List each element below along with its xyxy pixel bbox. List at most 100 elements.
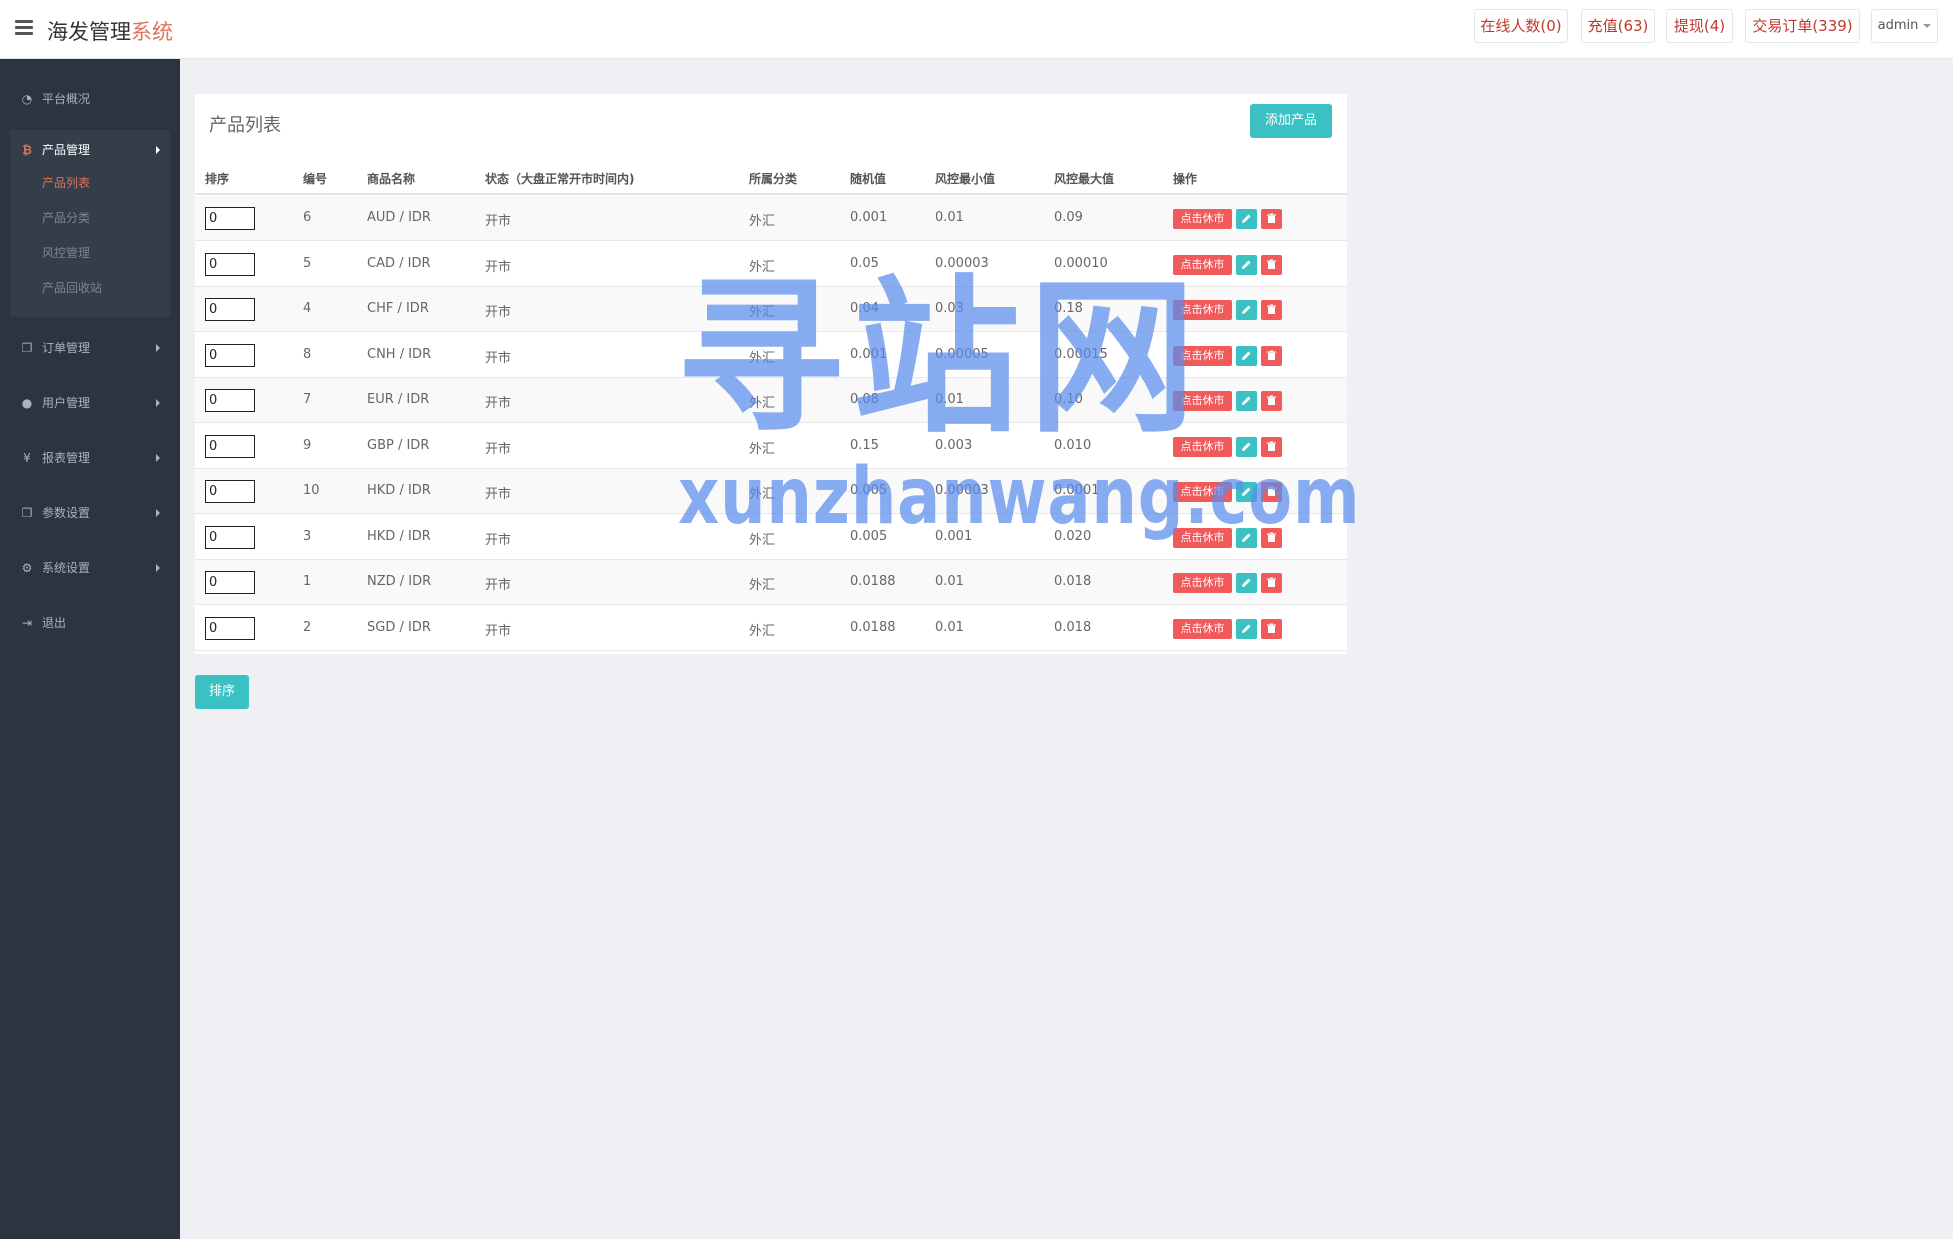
sidebar-item-parameter-settings[interactable]: ❐ 参数设置 xyxy=(0,493,180,533)
edit-button[interactable] xyxy=(1236,482,1257,502)
close-market-button[interactable]: 点击休市 xyxy=(1173,209,1232,229)
product-list-panel: 产品列表 添加产品 排序 编号 商品名称 状态（大盘正常开市时间内) 所属分类 … xyxy=(195,94,1347,654)
status-cell: 开市 xyxy=(485,578,512,593)
top-header: 海发管理系统 在线人数(0) 充值(63) 提现(4) 交易订单(339) ad… xyxy=(0,0,1953,59)
sidebar-item-label: 报表管理 xyxy=(42,451,91,465)
admin-dropdown[interactable]: admin xyxy=(1871,9,1938,43)
sidebar-item-overview[interactable]: ◔ 平台概况 xyxy=(0,79,180,119)
status-cell: 开市 xyxy=(485,623,512,639)
delete-button[interactable] xyxy=(1261,573,1282,593)
edit-button[interactable] xyxy=(1236,209,1257,229)
sidebar-subitem-product-recycle-bin[interactable]: 产品回收站 xyxy=(42,278,102,298)
add-product-button[interactable]: 添加产品 xyxy=(1250,104,1332,138)
table-row: 4 CHF / IDR 开市 外汇 0.04 0.03 0.18 点击休市 xyxy=(195,287,1347,332)
random-value-cell: 0.001 xyxy=(850,346,888,362)
edit-button[interactable] xyxy=(1236,345,1257,366)
risk-min-cell: 0.00003 xyxy=(935,483,989,498)
sort-order-input[interactable] xyxy=(205,298,255,321)
delete-button[interactable] xyxy=(1261,209,1282,229)
category-cell: 外汇 xyxy=(749,259,776,275)
edit-button[interactable] xyxy=(1236,254,1257,275)
sort-order-input[interactable] xyxy=(205,480,255,503)
close-market-button[interactable]: 点击休市 xyxy=(1173,436,1232,457)
recharge-button[interactable]: 充值(63) xyxy=(1581,9,1655,43)
close-market-button[interactable]: 点击休市 xyxy=(1173,254,1232,275)
delete-button[interactable] xyxy=(1261,482,1282,502)
delete-button[interactable] xyxy=(1261,436,1282,457)
risk-max-cell: 0.10 xyxy=(1054,392,1083,407)
close-market-button[interactable]: 点击休市 xyxy=(1173,573,1232,593)
product-id-cell: 9 xyxy=(303,437,312,453)
trade-orders-button[interactable]: 交易订单(339) xyxy=(1745,9,1860,43)
sort-order-input[interactable] xyxy=(205,571,255,594)
sidebar-subitem-product-category[interactable]: 产品分类 xyxy=(42,208,90,228)
status-cell: 开市 xyxy=(485,214,512,229)
sidebar-subitem-product-list[interactable]: 产品列表 xyxy=(42,173,90,193)
copy-icon: ❐ xyxy=(21,341,33,355)
sort-order-input[interactable] xyxy=(205,389,255,412)
close-market-button[interactable]: 点击休市 xyxy=(1173,300,1232,320)
sidebar-subitem-risk-control[interactable]: 风控管理 xyxy=(42,243,90,263)
risk-max-cell: 0.00010 xyxy=(1054,255,1108,271)
delete-button[interactable] xyxy=(1261,345,1282,366)
risk-min-cell: 0.01 xyxy=(935,574,964,589)
sort-order-input[interactable] xyxy=(205,616,255,640)
risk-max-cell: 0.0001 xyxy=(1054,483,1100,498)
random-value-cell: 0.0188 xyxy=(850,619,896,635)
edit-button[interactable] xyxy=(1236,573,1257,593)
table-row: 8 CNH / IDR 开市 外汇 0.001 0.00005 0.00015 点击休市 xyxy=(195,333,1347,378)
sort-order-input[interactable] xyxy=(205,525,255,549)
product-name-cell: AUD / IDR xyxy=(367,210,431,225)
sort-order-input[interactable] xyxy=(205,252,255,276)
delete-button[interactable] xyxy=(1261,527,1282,548)
edit-button[interactable] xyxy=(1236,300,1257,320)
risk-min-cell: 0.03 xyxy=(935,301,964,316)
sidebar-item-report-management[interactable]: ¥ 报表管理 xyxy=(0,438,180,478)
edit-button[interactable] xyxy=(1236,527,1257,548)
sort-order-input[interactable] xyxy=(205,207,255,230)
close-market-button[interactable]: 点击休市 xyxy=(1173,618,1232,639)
close-market-button[interactable]: 点击休市 xyxy=(1173,391,1232,411)
sidebar-item-user-management[interactable]: ● 用户管理 xyxy=(0,383,180,423)
category-cell: 外汇 xyxy=(749,487,776,502)
delete-button[interactable] xyxy=(1261,254,1282,275)
sort-order-input[interactable] xyxy=(205,343,255,367)
delete-button[interactable] xyxy=(1261,618,1282,639)
sidebar-item-label: 产品管理 xyxy=(42,143,91,157)
hamburger-menu-icon[interactable] xyxy=(15,20,33,36)
sign-out-icon: ⇥ xyxy=(21,616,33,630)
sidebar-item-product-management[interactable]: ₿ 产品管理 xyxy=(10,130,170,170)
table-row: 1 NZD / IDR 开市 外汇 0.0188 0.01 0.018 点击休市 xyxy=(195,560,1347,605)
edit-button[interactable] xyxy=(1236,618,1257,639)
status-cell: 开市 xyxy=(485,487,512,502)
delete-button[interactable] xyxy=(1261,391,1282,411)
product-id-cell: 1 xyxy=(303,574,312,589)
chevron-right-icon xyxy=(156,509,160,517)
column-header-risk-min: 风控最小值 xyxy=(935,172,996,186)
product-name-cell: SGD / IDR xyxy=(367,619,431,635)
sidebar-item-label: 订单管理 xyxy=(42,341,91,355)
status-cell: 开市 xyxy=(485,305,512,320)
sidebar-item-logout[interactable]: ⇥ 退出 xyxy=(0,603,180,643)
close-market-button[interactable]: 点击休市 xyxy=(1173,527,1232,548)
online-count-button[interactable]: 在线人数(0) xyxy=(1474,9,1568,43)
close-market-button[interactable]: 点击休市 xyxy=(1173,482,1232,502)
sidebar-item-label: 退出 xyxy=(42,616,67,630)
withdraw-button[interactable]: 提现(4) xyxy=(1666,9,1733,43)
status-cell: 开市 xyxy=(485,396,512,411)
random-value-cell: 0.08 xyxy=(850,392,879,407)
sort-submit-button[interactable]: 排序 xyxy=(195,675,249,709)
category-cell: 外汇 xyxy=(749,305,776,320)
delete-button[interactable] xyxy=(1261,300,1282,320)
risk-max-cell: 0.18 xyxy=(1054,301,1083,316)
risk-min-cell: 0.00005 xyxy=(935,346,989,362)
sort-order-input[interactable] xyxy=(205,434,255,458)
table-header: 排序 编号 商品名称 状态（大盘正常开市时间内) 所属分类 随机值 风控最小值 … xyxy=(195,160,1347,195)
page-title: 产品列表 xyxy=(209,115,281,136)
sidebar-item-order-management[interactable]: ❐ 订单管理 xyxy=(0,328,180,368)
sidebar-item-system-settings[interactable]: ⚙ 系统设置 xyxy=(0,548,180,588)
edit-button[interactable] xyxy=(1236,436,1257,457)
close-market-button[interactable]: 点击休市 xyxy=(1173,345,1232,366)
product-name-cell: CAD / IDR xyxy=(367,255,431,271)
edit-button[interactable] xyxy=(1236,391,1257,411)
